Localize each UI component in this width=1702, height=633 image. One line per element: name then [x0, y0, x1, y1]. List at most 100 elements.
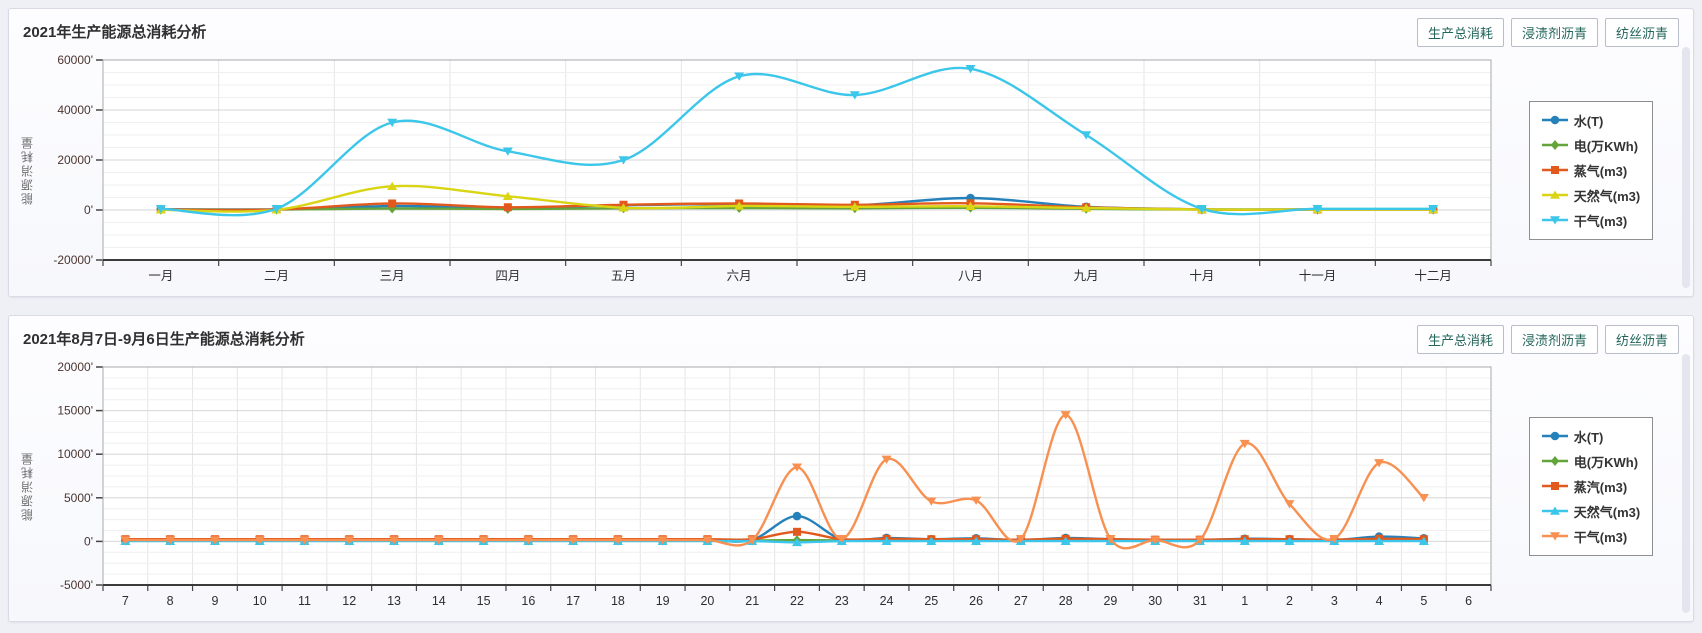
x-tick-label: 十二月	[1414, 269, 1452, 283]
legend-label: 水(T)	[1574, 427, 1604, 446]
legend-marker-icon	[1542, 530, 1568, 542]
legend-marker-icon	[1542, 430, 1568, 442]
x-tick-label: 22	[790, 594, 804, 608]
legend-label: 蒸汽(m3)	[1574, 477, 1627, 496]
panel-header: 2021年生产能源总消耗分析 生产总消耗 浸渍剂沥青 纺丝沥青	[9, 9, 1693, 48]
legend-item-蒸汽(m3)[interactable]: 蒸汽(m3)	[1542, 477, 1640, 496]
x-tick-label: 21	[745, 594, 759, 608]
x-tick-label: 4	[1376, 594, 1383, 608]
x-tick-label: 27	[1014, 594, 1028, 608]
x-tick-label: 25	[924, 594, 938, 608]
x-tick-label: 17	[566, 594, 580, 608]
x-tick-label: 26	[969, 594, 983, 608]
x-tick-label: 三月	[380, 269, 405, 283]
legend-item-干气(m3)[interactable]: 干气(m3)	[1542, 211, 1640, 230]
data-point-marker	[388, 200, 396, 208]
legend-label: 电(万KWh)	[1574, 136, 1638, 155]
page-title: 2021年生产能源总消耗分析	[23, 18, 206, 42]
chart-switch-button-group: 生产总消耗 浸渍剂沥青 纺丝沥青	[1417, 18, 1679, 47]
impregnant-pitch-button[interactable]: 浸渍剂沥青	[1511, 18, 1598, 47]
legend-marker-icon	[1542, 505, 1568, 517]
legend-label: 干气(m3)	[1574, 211, 1627, 230]
x-tick-label: 20	[700, 594, 714, 608]
x-tick-label: 3	[1331, 594, 1338, 608]
chart-area: 能源消耗量 -20000'0'20000'40000'60000'一月二月三月四…	[9, 48, 1693, 296]
y-tick-label: 0'	[84, 534, 93, 548]
production-total-button[interactable]: 生产总消耗	[1417, 325, 1504, 354]
data-point-marker	[793, 512, 802, 521]
chart-switch-button-group: 生产总消耗 浸渍剂沥青 纺丝沥青	[1417, 325, 1679, 354]
legend-item-电(万KWh)[interactable]: 电(万KWh)	[1542, 452, 1640, 471]
data-point-marker	[1551, 140, 1559, 150]
panel-scrollbar[interactable]	[1682, 47, 1690, 288]
legend-item-蒸气(m3)[interactable]: 蒸气(m3)	[1542, 161, 1640, 180]
legend-item-水(T)[interactable]: 水(T)	[1542, 111, 1640, 130]
page-title: 2021年8月7日-9月6日生产能源总消耗分析	[23, 325, 305, 349]
x-tick-label: 12	[342, 594, 356, 608]
panel-daily-consumption: 2021年8月7日-9月6日生产能源总消耗分析 生产总消耗 浸渍剂沥青 纺丝沥青…	[8, 315, 1694, 622]
legend-label: 电(万KWh)	[1574, 452, 1638, 471]
x-tick-label: 1	[1241, 594, 1248, 608]
legend-label: 蒸气(m3)	[1574, 161, 1627, 180]
production-total-button[interactable]: 生产总消耗	[1417, 18, 1504, 47]
panel-scrollbar[interactable]	[1682, 354, 1690, 613]
data-point-marker	[793, 528, 801, 536]
data-point-marker	[504, 203, 512, 211]
chart-area: 能源消耗量 -5000'0'5000'10000'15000'20000'789…	[9, 355, 1693, 621]
legend-label: 天然气(m3)	[1574, 502, 1640, 521]
x-tick-label: 2	[1286, 594, 1293, 608]
spinning-pitch-button[interactable]: 纺丝沥青	[1605, 18, 1679, 47]
spinning-pitch-button[interactable]: 纺丝沥青	[1605, 325, 1679, 354]
data-point-marker	[1550, 432, 1559, 441]
x-tick-label: 四月	[495, 269, 520, 283]
x-tick-label: 7	[122, 594, 129, 608]
daily-line-chart: -5000'0'5000'10000'15000'20000'789101112…	[37, 357, 1499, 615]
legend-item-干气(m3)[interactable]: 干气(m3)	[1542, 527, 1640, 546]
x-tick-label: 23	[835, 594, 849, 608]
y-tick-label: 40000'	[57, 103, 93, 117]
annual-line-chart: -20000'0'20000'40000'60000'一月二月三月四月五月六月七…	[37, 50, 1499, 290]
x-tick-label: 一月	[148, 269, 173, 283]
legend-marker-icon	[1542, 214, 1568, 226]
data-point-marker	[1550, 116, 1559, 125]
legend-label: 干气(m3)	[1574, 527, 1627, 546]
y-axis-title: 能源消耗量	[17, 357, 37, 615]
x-tick-label: 8	[167, 594, 174, 608]
x-tick-label: 十月	[1189, 269, 1214, 283]
panel-header: 2021年8月7日-9月6日生产能源总消耗分析 生产总消耗 浸渍剂沥青 纺丝沥青	[9, 316, 1693, 355]
legend-marker-icon	[1542, 480, 1568, 492]
x-tick-label: 9	[211, 594, 218, 608]
y-axis-title: 能源消耗量	[17, 50, 37, 290]
data-point-marker	[1551, 456, 1559, 466]
x-tick-label: 19	[656, 594, 670, 608]
legend-item-天然气(m3)[interactable]: 天然气(m3)	[1542, 186, 1640, 205]
x-tick-label: 八月	[958, 269, 983, 283]
legend-marker-icon	[1542, 139, 1568, 151]
legend-marker-icon	[1542, 164, 1568, 176]
legend: 水(T) 电(万KWh) 蒸汽(m3) 天然气(m3) 干气(m3)	[1529, 417, 1653, 556]
data-point-marker	[1551, 166, 1559, 174]
x-tick-label: 31	[1193, 594, 1207, 608]
x-tick-label: 24	[880, 594, 894, 608]
legend-item-水(T)[interactable]: 水(T)	[1542, 427, 1640, 446]
x-tick-label: 15	[477, 594, 491, 608]
legend-marker-icon	[1542, 114, 1568, 126]
x-tick-label: 二月	[264, 269, 289, 283]
impregnant-pitch-button[interactable]: 浸渍剂沥青	[1511, 325, 1598, 354]
legend-item-天然气(m3)[interactable]: 天然气(m3)	[1542, 502, 1640, 521]
x-tick-label: 十一月	[1299, 269, 1337, 283]
x-tick-label: 14	[432, 594, 446, 608]
legend-marker-icon	[1542, 189, 1568, 201]
x-tick-label: 5	[1420, 594, 1427, 608]
legend: 水(T) 电(万KWh) 蒸气(m3) 天然气(m3) 干气(m3)	[1529, 101, 1653, 240]
y-tick-label: 0'	[84, 203, 93, 217]
data-point-marker	[1551, 482, 1559, 490]
x-tick-label: 29	[1103, 594, 1117, 608]
x-tick-label: 6	[1465, 594, 1472, 608]
x-tick-label: 六月	[727, 269, 752, 283]
x-tick-label: 11	[298, 594, 311, 608]
y-tick-label: 60000'	[57, 53, 93, 67]
legend-item-电(万KWh)[interactable]: 电(万KWh)	[1542, 136, 1640, 155]
legend-column: 水(T) 电(万KWh) 蒸气(m3) 天然气(m3) 干气(m3)	[1499, 50, 1683, 290]
x-tick-label: 九月	[1074, 269, 1099, 283]
